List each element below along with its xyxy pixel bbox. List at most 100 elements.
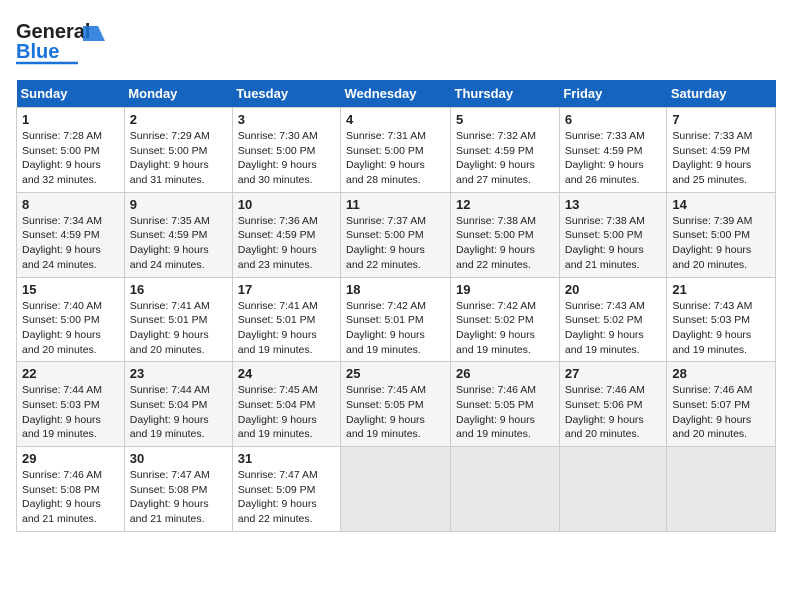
day-info: Sunrise: 7:46 AMSunset: 5:05 PMDaylight:…	[456, 383, 554, 442]
day-info: Sunrise: 7:35 AMSunset: 4:59 PMDaylight:…	[130, 214, 227, 273]
day-info: Sunrise: 7:46 AMSunset: 5:08 PMDaylight:…	[22, 468, 119, 527]
day-info: Sunrise: 7:46 AMSunset: 5:07 PMDaylight:…	[672, 383, 770, 442]
day-number: 27	[565, 366, 662, 381]
main-container: General Blue SundayMondayTuesdayWednesda…	[0, 0, 792, 540]
calendar-cell: 31 Sunrise: 7:47 AMSunset: 5:09 PMDayligh…	[232, 447, 340, 532]
day-number: 17	[238, 282, 335, 297]
day-number: 24	[238, 366, 335, 381]
calendar-cell	[341, 447, 451, 532]
day-number: 5	[456, 112, 554, 127]
day-info: Sunrise: 7:38 AMSunset: 5:00 PMDaylight:…	[456, 214, 554, 273]
logo-svg: General Blue	[16, 16, 111, 68]
calendar-cell: 21 Sunrise: 7:43 AMSunset: 5:03 PMDayligh…	[667, 277, 776, 362]
calendar-cell	[667, 447, 776, 532]
day-info: Sunrise: 7:45 AMSunset: 5:05 PMDaylight:…	[346, 383, 445, 442]
svg-text:Blue: Blue	[16, 41, 59, 63]
calendar-cell	[559, 447, 667, 532]
calendar-cell: 22 Sunrise: 7:44 AMSunset: 5:03 PMDayligh…	[17, 362, 125, 447]
calendar-cell: 9 Sunrise: 7:35 AMSunset: 4:59 PMDaylight…	[124, 192, 232, 277]
weekday-sunday: Sunday	[17, 80, 125, 108]
day-number: 8	[22, 197, 119, 212]
day-info: Sunrise: 7:46 AMSunset: 5:06 PMDaylight:…	[565, 383, 662, 442]
day-info: Sunrise: 7:47 AMSunset: 5:09 PMDaylight:…	[238, 468, 335, 527]
day-info: Sunrise: 7:31 AMSunset: 5:00 PMDaylight:…	[346, 129, 445, 188]
day-info: Sunrise: 7:42 AMSunset: 5:01 PMDaylight:…	[346, 299, 445, 358]
logo: General Blue	[16, 16, 111, 68]
day-number: 10	[238, 197, 335, 212]
week-row-5: 29 Sunrise: 7:46 AMSunset: 5:08 PMDayligh…	[17, 447, 776, 532]
calendar-cell: 18 Sunrise: 7:42 AMSunset: 5:01 PMDayligh…	[341, 277, 451, 362]
day-number: 25	[346, 366, 445, 381]
calendar-cell: 16 Sunrise: 7:41 AMSunset: 5:01 PMDayligh…	[124, 277, 232, 362]
header: General Blue	[16, 16, 776, 68]
calendar-cell: 7 Sunrise: 7:33 AMSunset: 4:59 PMDaylight…	[667, 108, 776, 193]
day-info: Sunrise: 7:28 AMSunset: 5:00 PMDaylight:…	[22, 129, 119, 188]
week-row-1: 1Sunrise: 7:28 AMSunset: 5:00 PMDaylight…	[17, 108, 776, 193]
day-number: 15	[22, 282, 119, 297]
weekday-tuesday: Tuesday	[232, 80, 340, 108]
calendar-cell: 15 Sunrise: 7:40 AMSunset: 5:00 PMDayligh…	[17, 277, 125, 362]
calendar-cell: 11Sunrise: 7:37 AMSunset: 5:00 PMDayligh…	[341, 192, 451, 277]
day-number: 3	[238, 112, 335, 127]
day-number: 9	[130, 197, 227, 212]
day-number: 7	[672, 112, 770, 127]
calendar-cell: 17 Sunrise: 7:41 AMSunset: 5:01 PMDayligh…	[232, 277, 340, 362]
calendar-cell: 4 Sunrise: 7:31 AMSunset: 5:00 PMDaylight…	[341, 108, 451, 193]
calendar-cell: 10 Sunrise: 7:36 AMSunset: 4:59 PMDayligh…	[232, 192, 340, 277]
day-info: Sunrise: 7:41 AMSunset: 5:01 PMDaylight:…	[130, 299, 227, 358]
day-info: Sunrise: 7:30 AMSunset: 5:00 PMDaylight:…	[238, 129, 335, 188]
day-number: 21	[672, 282, 770, 297]
calendar-cell	[451, 447, 560, 532]
day-number: 19	[456, 282, 554, 297]
calendar-cell: 20Sunrise: 7:43 AMSunset: 5:02 PMDayligh…	[559, 277, 667, 362]
calendar-cell: 13 Sunrise: 7:38 AMSunset: 5:00 PMDayligh…	[559, 192, 667, 277]
day-number: 30	[130, 451, 227, 466]
day-info: Sunrise: 7:37 AMSunset: 5:00 PMDaylight:…	[346, 214, 445, 273]
day-number: 31	[238, 451, 335, 466]
day-number: 28	[672, 366, 770, 381]
day-number: 29	[22, 451, 119, 466]
day-info: Sunrise: 7:34 AMSunset: 4:59 PMDaylight:…	[22, 214, 119, 273]
calendar-cell: 14 Sunrise: 7:39 AMSunset: 5:00 PMDayligh…	[667, 192, 776, 277]
calendar-cell: 24Sunrise: 7:45 AMSunset: 5:04 PMDayligh…	[232, 362, 340, 447]
day-number: 16	[130, 282, 227, 297]
calendar-cell: 1Sunrise: 7:28 AMSunset: 5:00 PMDaylight…	[17, 108, 125, 193]
day-number: 12	[456, 197, 554, 212]
day-info: Sunrise: 7:47 AMSunset: 5:08 PMDaylight:…	[130, 468, 227, 527]
day-number: 4	[346, 112, 445, 127]
day-info: Sunrise: 7:29 AMSunset: 5:00 PMDaylight:…	[130, 129, 227, 188]
day-info: Sunrise: 7:32 AMSunset: 4:59 PMDaylight:…	[456, 129, 554, 188]
calendar-cell: 6 Sunrise: 7:33 AMSunset: 4:59 PMDaylight…	[559, 108, 667, 193]
calendar-cell: 8 Sunrise: 7:34 AMSunset: 4:59 PMDaylight…	[17, 192, 125, 277]
weekday-friday: Friday	[559, 80, 667, 108]
day-number: 6	[565, 112, 662, 127]
day-info: Sunrise: 7:43 AMSunset: 5:03 PMDaylight:…	[672, 299, 770, 358]
day-info: Sunrise: 7:42 AMSunset: 5:02 PMDaylight:…	[456, 299, 554, 358]
calendar-cell: 30 Sunrise: 7:47 AMSunset: 5:08 PMDayligh…	[124, 447, 232, 532]
day-number: 22	[22, 366, 119, 381]
day-number: 2	[130, 112, 227, 127]
calendar-cell: 23Sunrise: 7:44 AMSunset: 5:04 PMDayligh…	[124, 362, 232, 447]
calendar-cell: 25 Sunrise: 7:45 AMSunset: 5:05 PMDayligh…	[341, 362, 451, 447]
day-number: 18	[346, 282, 445, 297]
day-info: Sunrise: 7:40 AMSunset: 5:00 PMDaylight:…	[22, 299, 119, 358]
day-number: 14	[672, 197, 770, 212]
calendar-cell: 27 Sunrise: 7:46 AMSunset: 5:06 PMDayligh…	[559, 362, 667, 447]
day-info: Sunrise: 7:41 AMSunset: 5:01 PMDaylight:…	[238, 299, 335, 358]
week-row-2: 8 Sunrise: 7:34 AMSunset: 4:59 PMDaylight…	[17, 192, 776, 277]
day-info: Sunrise: 7:38 AMSunset: 5:00 PMDaylight:…	[565, 214, 662, 273]
day-info: Sunrise: 7:33 AMSunset: 4:59 PMDaylight:…	[672, 129, 770, 188]
calendar-table: SundayMondayTuesdayWednesdayThursdayFrid…	[16, 80, 776, 532]
calendar-cell: 26Sunrise: 7:46 AMSunset: 5:05 PMDayligh…	[451, 362, 560, 447]
weekday-monday: Monday	[124, 80, 232, 108]
calendar-cell: 3 Sunrise: 7:30 AMSunset: 5:00 PMDaylight…	[232, 108, 340, 193]
day-number: 13	[565, 197, 662, 212]
day-info: Sunrise: 7:39 AMSunset: 5:00 PMDaylight:…	[672, 214, 770, 273]
day-info: Sunrise: 7:44 AMSunset: 5:03 PMDaylight:…	[22, 383, 119, 442]
svg-text:General: General	[16, 21, 90, 43]
day-number: 23	[130, 366, 227, 381]
calendar-body: 1Sunrise: 7:28 AMSunset: 5:00 PMDaylight…	[17, 108, 776, 532]
day-info: Sunrise: 7:36 AMSunset: 4:59 PMDaylight:…	[238, 214, 335, 273]
calendar-cell: 29 Sunrise: 7:46 AMSunset: 5:08 PMDayligh…	[17, 447, 125, 532]
day-info: Sunrise: 7:33 AMSunset: 4:59 PMDaylight:…	[565, 129, 662, 188]
